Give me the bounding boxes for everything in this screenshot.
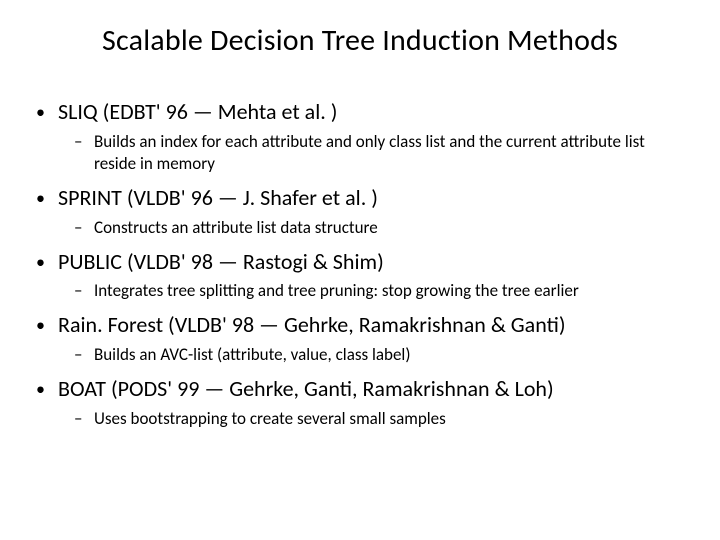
- dash-icon: –: [74, 344, 94, 366]
- slide-title: Scalable Decision Tree Induction Methods: [30, 22, 690, 59]
- bullet-icon: •: [36, 250, 58, 274]
- sub-item: – Builds an index for each attribute and…: [74, 131, 690, 175]
- sub-item-text: Builds an AVC-list (attribute, value, cl…: [94, 344, 410, 366]
- item-label: Rain. Forest (VLDB' 98 — Gehrke, Ramakri…: [58, 310, 566, 340]
- sub-item: – Uses bootstrapping to create several s…: [74, 408, 690, 430]
- sub-item: – Constructs an attribute list data stru…: [74, 217, 690, 239]
- list-item: • SPRINT (VLDB' 96 — J. Shafer et al. ) …: [36, 183, 690, 239]
- sub-item-text: Integrates tree splitting and tree pruni…: [94, 280, 579, 302]
- sub-item-text: Uses bootstrapping to create several sma…: [94, 408, 446, 430]
- list-item: • Rain. Forest (VLDB' 98 — Gehrke, Ramak…: [36, 310, 690, 366]
- bullet-icon: •: [36, 377, 58, 401]
- sub-item-text: Constructs an attribute list data struct…: [94, 217, 378, 239]
- item-label: BOAT (PODS' 99 — Gehrke, Ganti, Ramakris…: [58, 374, 554, 404]
- sub-item: – Builds an AVC-list (attribute, value, …: [74, 344, 690, 366]
- list-item: • BOAT (PODS' 99 — Gehrke, Ganti, Ramakr…: [36, 374, 690, 430]
- bullet-icon: •: [36, 313, 58, 337]
- bullet-icon: •: [36, 100, 58, 124]
- item-label: PUBLIC (VLDB' 98 — Rastogi & Shim): [58, 247, 384, 277]
- list-item: • PUBLIC (VLDB' 98 — Rastogi & Shim) – I…: [36, 247, 690, 303]
- item-label: SPRINT (VLDB' 96 — J. Shafer et al. ): [58, 183, 378, 213]
- sub-item-text: Builds an index for each attribute and o…: [94, 131, 690, 175]
- dash-icon: –: [74, 217, 94, 239]
- dash-icon: –: [74, 280, 94, 302]
- bullet-icon: •: [36, 186, 58, 210]
- bullet-list: • SLIQ (EDBT' 96 — Mehta et al. ) – Buil…: [30, 97, 690, 430]
- item-label: SLIQ (EDBT' 96 — Mehta et al. ): [58, 97, 337, 127]
- dash-icon: –: [74, 408, 94, 430]
- dash-icon: –: [74, 131, 94, 153]
- list-item: • SLIQ (EDBT' 96 — Mehta et al. ) – Buil…: [36, 97, 690, 175]
- sub-item: – Integrates tree splitting and tree pru…: [74, 280, 690, 302]
